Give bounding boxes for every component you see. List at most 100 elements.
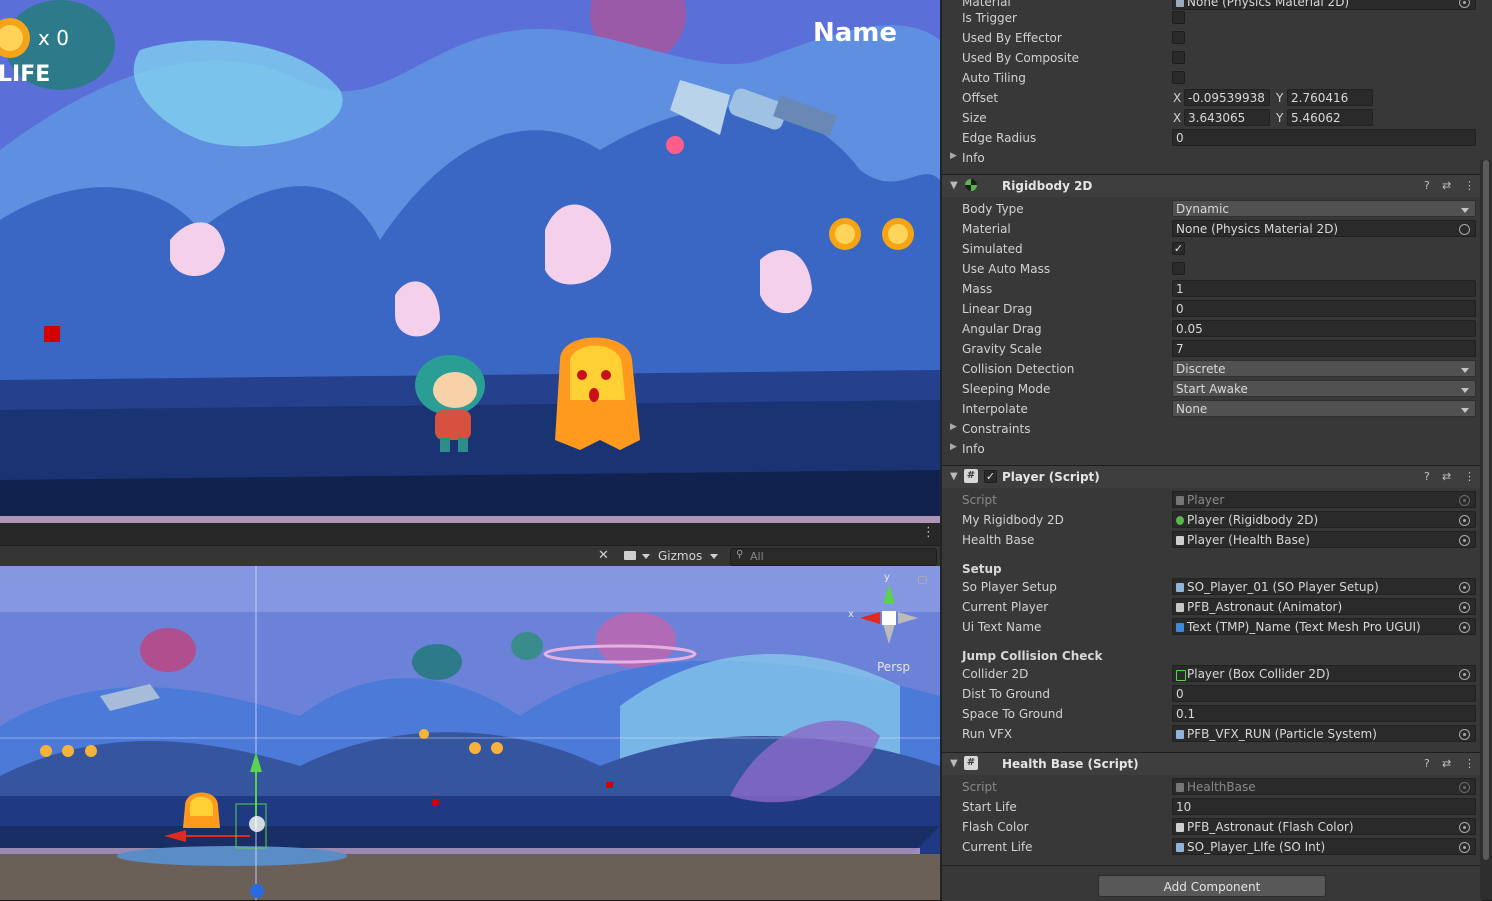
add-component-button[interactable]: Add Component [1098, 875, 1326, 897]
game-view[interactable]: x 0 LIFE Name [0, 0, 940, 523]
gizmos-button[interactable]: Gizmos [658, 549, 702, 563]
is-trigger-checkbox[interactable] [1172, 11, 1185, 24]
component-menu-icon[interactable]: ⋮ [1464, 470, 1475, 483]
scene-search-input[interactable]: ⚲ All [730, 548, 937, 566]
size-y-field[interactable]: 5.46062 [1287, 109, 1373, 126]
row-health-base: Health Base Player (Health Base) [942, 530, 1482, 550]
particle-system-icon [1176, 730, 1184, 739]
collapse-arrow-icon[interactable]: ▼ [950, 758, 958, 769]
used-by-composite-checkbox[interactable] [1172, 51, 1185, 64]
object-picker-icon[interactable] [1459, 622, 1470, 633]
used-by-effector-checkbox[interactable] [1172, 31, 1185, 44]
presets-icon[interactable]: ⇄ [1442, 757, 1451, 770]
enabled-checkbox[interactable]: ✓ [984, 470, 997, 483]
row-space-to-ground: Space To Ground 0.1 [942, 704, 1482, 724]
use-auto-mass-checkbox[interactable] [1172, 262, 1185, 275]
simulated-checkbox[interactable]: ✓ [1172, 242, 1185, 255]
body-type-dropdown[interactable]: Dynamic [1172, 200, 1476, 217]
collider-2d-field[interactable]: Player (Box Collider 2D) [1172, 665, 1476, 682]
object-picker-icon [1459, 782, 1470, 793]
row-label: Use Auto Mass [962, 262, 1051, 276]
object-picker-icon[interactable] [1459, 582, 1470, 593]
gizmo-axis-y[interactable]: y [884, 572, 890, 583]
row-used-by-composite: Used By Composite [942, 48, 1482, 68]
start-life-field[interactable]: 10 [1172, 798, 1476, 815]
auto-tiling-checkbox[interactable] [1172, 71, 1185, 84]
current-player-field[interactable]: PFB_Astronaut (Animator) [1172, 598, 1476, 615]
row-flash-color: Flash Color PFB_Astronaut (Flash Color) [942, 817, 1482, 837]
health-base-field[interactable]: Player (Health Base) [1172, 531, 1476, 548]
object-picker-icon[interactable] [1459, 822, 1470, 833]
run-vfx-field[interactable]: PFB_VFX_RUN (Particle System) [1172, 725, 1476, 742]
presets-icon[interactable]: ⇄ [1442, 179, 1451, 192]
row-label: Current Life [962, 840, 1033, 854]
interpolate-dropdown[interactable]: None [1172, 400, 1476, 417]
object-picker-icon[interactable] [1459, 842, 1470, 853]
row-angular-drag: Angular Drag 0.05 [942, 319, 1482, 339]
object-picker-icon[interactable] [1459, 669, 1470, 680]
collapse-arrow-icon[interactable]: ▼ [950, 180, 958, 191]
linear-drag-field[interactable]: 0 [1172, 300, 1476, 317]
flash-color-field[interactable]: PFB_Astronaut (Flash Color) [1172, 818, 1476, 835]
inspector-scrollbar[interactable] [1480, 160, 1492, 900]
dist-to-ground-field[interactable]: 0 [1172, 685, 1476, 702]
component-title: Player (Script) [1002, 470, 1100, 484]
help-icon[interactable]: ? [1424, 470, 1430, 483]
object-picker-icon[interactable] [1459, 729, 1470, 740]
space-to-ground-field[interactable]: 0.1 [1172, 705, 1476, 722]
lock-icon[interactable] [918, 576, 927, 584]
help-icon[interactable]: ? [1424, 179, 1430, 192]
box-collider-icon [1176, 670, 1186, 681]
tools-icon[interactable]: ✕ [598, 548, 609, 563]
health-base-script-header[interactable]: ▼ # Health Base (Script) ? ⇄ ⋮ [942, 752, 1482, 775]
camera-dropdown-arrow-icon[interactable] [642, 554, 650, 559]
y-label: Y [1276, 91, 1284, 105]
size-x-field[interactable]: 3.643065 [1184, 109, 1270, 126]
object-picker-icon[interactable] [1459, 515, 1470, 526]
offset-y-field[interactable]: 2.760416 [1287, 89, 1373, 106]
more-options-icon[interactable]: ⋮ [922, 525, 935, 540]
object-picker-icon[interactable] [1459, 535, 1470, 546]
row-label: Health Base [962, 533, 1035, 547]
current-life-field[interactable]: SO_Player_LIfe (SO Int) [1172, 838, 1476, 855]
object-picker-icon[interactable] [1459, 224, 1470, 235]
sleeping-mode-dropdown[interactable]: Start Awake [1172, 380, 1476, 397]
gravity-scale-field[interactable]: 7 [1172, 340, 1476, 357]
offset-x-field[interactable]: -0.09539938 [1184, 89, 1270, 106]
player-script-header[interactable]: ▼ # ✓ Player (Script) ? ⇄ ⋮ [942, 465, 1482, 488]
my-rigidbody-field[interactable]: Player (Rigidbody 2D) [1172, 511, 1476, 528]
mass-field[interactable]: 1 [1172, 280, 1476, 297]
perspective-label[interactable]: Persp [877, 660, 910, 674]
script-file-icon [1176, 536, 1184, 545]
row-mass: Mass 1 [942, 279, 1482, 299]
camera-icon[interactable] [624, 551, 636, 560]
component-menu-icon[interactable]: ⋮ [1464, 179, 1475, 192]
row-my-rigidbody: My Rigidbody 2D Player (Rigidbody 2D) [942, 510, 1482, 530]
material-field[interactable]: None (Physics Material 2D) [1172, 220, 1476, 237]
edge-radius-field[interactable]: 0 [1172, 129, 1476, 146]
ui-text-name-field[interactable]: Text (TMP)_Name (Text Mesh Pro UGUI) [1172, 618, 1476, 635]
so-player-setup-field[interactable]: SO_Player_01 (SO Player Setup) [1172, 578, 1476, 595]
row-ui-text-name: Ui Text Name Text (TMP)_Name (Text Mesh … [942, 617, 1482, 637]
object-picker-icon[interactable] [1459, 0, 1470, 8]
rigidbody2d-header[interactable]: ▼ Rigidbody 2D ? ⇄ ⋮ [942, 174, 1482, 197]
field-value: SO_Player_01 (SO Player Setup) [1187, 580, 1379, 594]
info-foldout-rigidbody[interactable]: ▶ Info [942, 439, 1482, 459]
script-file-icon [1176, 783, 1184, 792]
angular-drag-field[interactable]: 0.05 [1172, 320, 1476, 337]
component-menu-icon[interactable]: ⋮ [1464, 757, 1475, 770]
gizmos-dropdown-arrow-icon[interactable] [710, 554, 718, 559]
scene-background [0, 566, 940, 900]
presets-icon[interactable]: ⇄ [1442, 470, 1451, 483]
help-icon[interactable]: ? [1424, 757, 1430, 770]
row-label: Simulated [962, 242, 1023, 256]
collapse-arrow-icon[interactable]: ▼ [950, 471, 958, 482]
info-foldout-collider[interactable]: ▶ Info [942, 148, 1482, 168]
collision-detection-dropdown[interactable]: Discrete [1172, 360, 1476, 377]
scene-view[interactable]: y x Persp [0, 566, 940, 900]
setup-section-header: Setup [962, 562, 1002, 576]
row-run-vfx: Run VFX PFB_VFX_RUN (Particle System) [942, 724, 1482, 744]
constraints-foldout[interactable]: ▶ Constraints [942, 419, 1482, 439]
gizmo-axis-x[interactable]: x [848, 609, 854, 620]
object-picker-icon[interactable] [1459, 602, 1470, 613]
